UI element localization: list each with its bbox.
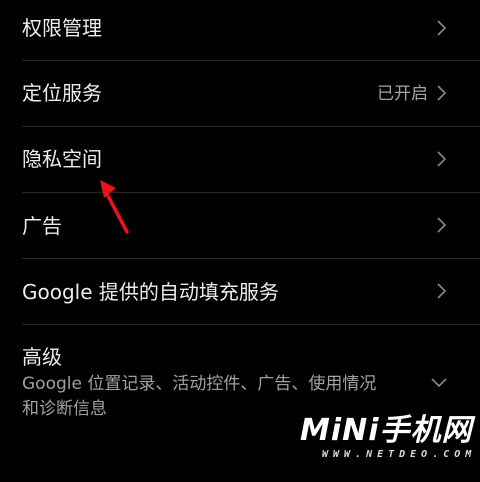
chevron-right-icon (432, 150, 450, 168)
settings-item-ads[interactable]: 广告 (0, 193, 480, 258)
settings-item-label: 广告 (22, 214, 62, 238)
settings-item-location-service[interactable]: 定位服务 已开启 (0, 61, 480, 126)
red-arrow-annotation (100, 180, 129, 234)
location-status-value: 已开启 (377, 84, 428, 104)
chevron-right-icon (432, 282, 450, 300)
chevron-down-icon (430, 373, 448, 391)
chevron-right-icon (432, 216, 450, 234)
chevron-right-icon (432, 19, 450, 37)
settings-item-google-autofill[interactable]: Google 提供的自动填充服务 (0, 259, 480, 324)
settings-item-privacy-space[interactable]: 隐私空间 (0, 127, 480, 192)
watermark-logo: MiNi手机网 WWW.NETDEO.COM (300, 413, 477, 462)
settings-item-permission-management[interactable]: 权限管理 (0, 0, 480, 60)
settings-item-label: 隐私空间 (22, 147, 102, 171)
settings-item-label: Google 提供的自动填充服务 (22, 280, 279, 304)
settings-screen: 权限管理 定位服务 已开启 隐私空间 广告 Google 提供的自动填充服务 高… (0, 0, 480, 482)
settings-item-label: 定位服务 (22, 81, 102, 105)
settings-item-label: 权限管理 (22, 16, 102, 40)
watermark-url-text: WWW.NETDEO.COM (322, 449, 477, 460)
chevron-right-icon (432, 84, 450, 102)
watermark-main-text: MiNi手机网 (300, 413, 473, 448)
settings-item-label: 高级 (22, 345, 62, 369)
